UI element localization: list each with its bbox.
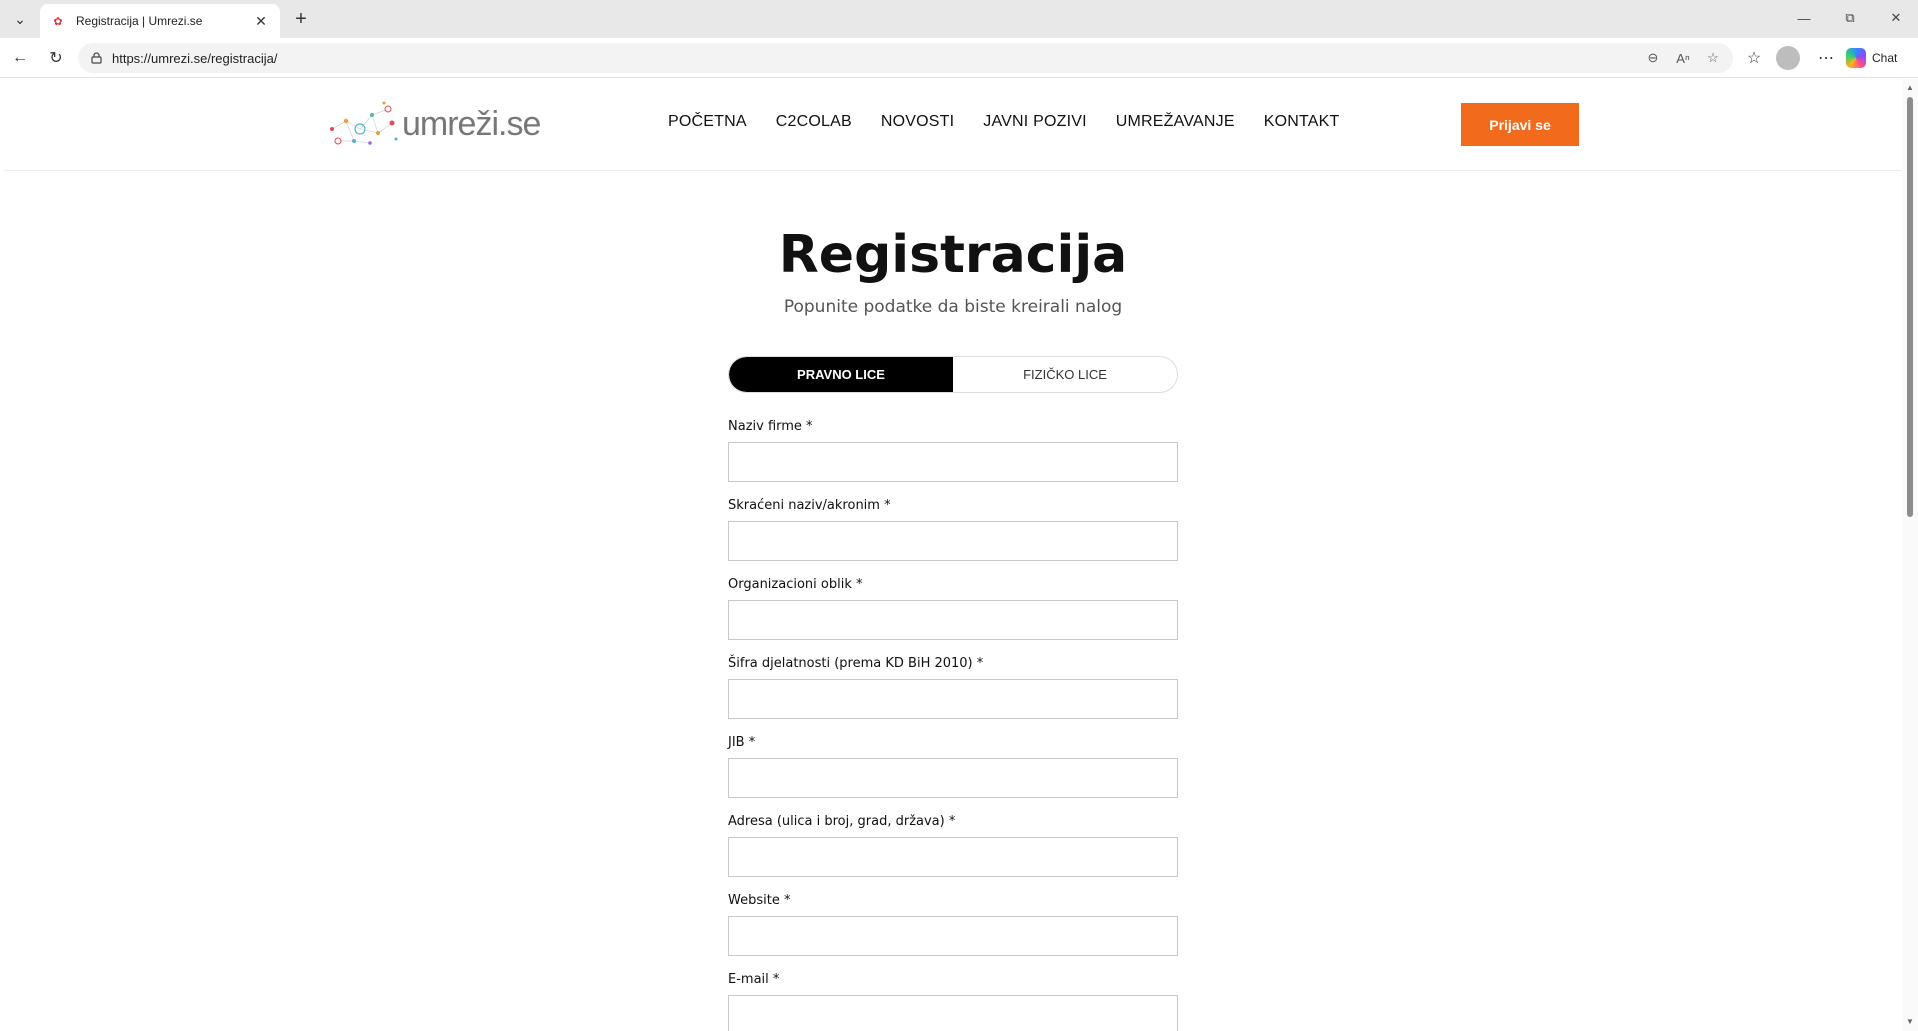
org-form-input[interactable] [728, 600, 1178, 640]
field-label: JIB * [728, 735, 756, 750]
nav-item-javni-pozivi[interactable]: JAVNI POZIVI [983, 113, 1086, 131]
nav-item-kontakt[interactable]: KONTAKT [1264, 113, 1340, 131]
email-input[interactable] [728, 995, 1178, 1031]
website-input[interactable] [728, 916, 1178, 956]
field-label: Website * [728, 893, 791, 908]
page-title: Registracija [778, 225, 1128, 285]
chat-label: Chat [1872, 51, 1898, 65]
tab-title: Registracija | Umrezi.se [76, 14, 203, 28]
site-favicon-icon: ✿ [53, 15, 63, 28]
field-label: E-mail * [728, 972, 780, 987]
scroll-up-icon[interactable]: ▲ [1905, 83, 1915, 93]
field-label: Organizacioni oblik * [728, 577, 863, 592]
reload-button[interactable]: ↻ [42, 44, 70, 72]
close-window-button[interactable]: ✕ [1876, 6, 1916, 30]
close-icon[interactable]: ✕ [252, 12, 270, 30]
company-name-input[interactable] [728, 442, 1178, 482]
new-tab-button[interactable]: + [288, 6, 314, 32]
jib-input[interactable] [728, 758, 1178, 798]
minimize-icon: — [1797, 10, 1811, 26]
field-company-name: Naziv firme * [728, 419, 1178, 498]
network-logo-icon [330, 101, 398, 145]
field-label: Naziv firme * [728, 419, 813, 434]
field-label: Adresa (ulica i broj, grad, država) * [728, 814, 956, 829]
activity-code-input[interactable] [728, 679, 1178, 719]
reload-icon: ↻ [49, 50, 63, 67]
nav-item-novosti[interactable]: NOVOSTI [881, 113, 954, 131]
lock-icon [88, 50, 104, 66]
tab-strip: ⌄ ✿ Registracija | Umrezi.se ✕ + — ⧉ ✕ [0, 0, 1918, 38]
browser-toolbar: ← ↻ https://umrezi.se/registracija/ ⊖ Aⁿ… [0, 38, 1918, 78]
field-label: Šifra djelatnosti (prema KD BiH 2010) * [728, 656, 984, 671]
close-window-icon: ✕ [1890, 10, 1902, 25]
acronym-input[interactable] [728, 521, 1178, 561]
url-text: https://umrezi.se/registracija/ [112, 50, 278, 66]
scroll-thumb[interactable] [1907, 97, 1913, 517]
more-icon: ⋯ [1818, 50, 1834, 67]
field-org-form: Organizacioni oblik * [728, 577, 1178, 656]
restore-button[interactable]: ⧉ [1830, 6, 1870, 30]
minimize-button[interactable]: — [1784, 6, 1824, 30]
nav-item-umrezavanje[interactable]: UMREŽAVANJE [1116, 113, 1235, 131]
back-button[interactable]: ← [6, 44, 34, 72]
page-scrollbar[interactable]: ▲ ▼ [1902, 79, 1918, 1031]
nav-item-pocetna[interactable]: POČETNA [668, 113, 747, 131]
page-subtitle: Popunite podatke da biste kreirali nalog [783, 297, 1123, 317]
registration-form: Naziv firme * Skraćeni naziv/akronim * O… [728, 419, 1178, 1031]
page-viewport: umreži.se POČETNA C2COLAB NOVOSTI JAVNI … [4, 79, 1902, 1031]
favorites-icon: ☆ [1746, 50, 1762, 67]
scroll-down-icon[interactable]: ▼ [1905, 1017, 1915, 1027]
logo-text: umreži.se [402, 104, 541, 143]
field-acronym: Skraćeni naziv/akronim * [728, 498, 1178, 577]
read-aloud-icon[interactable]: Aⁿ [1671, 46, 1695, 70]
login-button[interactable]: Prijavi se [1461, 103, 1579, 146]
toggle-natural-person[interactable]: FIZIČKO LICE [953, 357, 1177, 392]
site-header: umreži.se POČETNA C2COLAB NOVOSTI JAVNI … [4, 79, 1902, 171]
more-button[interactable]: ⋯ [1812, 44, 1840, 72]
nav-item-c2colab[interactable]: C2COLAB [776, 113, 852, 131]
back-arrow-icon: ← [12, 49, 28, 66]
toggle-legal-entity[interactable]: PRAVNO LICE [729, 357, 953, 392]
site-logo[interactable]: umreži.se [326, 99, 541, 149]
field-address: Adresa (ulica i broj, grad, država) * [728, 814, 1178, 893]
chat-button[interactable]: Chat [1846, 44, 1912, 72]
field-email: E-mail * [728, 972, 1178, 1031]
address-input[interactable] [728, 837, 1178, 877]
chevron-down-icon: ⌄ [14, 10, 26, 27]
plus-icon: + [295, 7, 307, 30]
field-website: Website * [728, 893, 1178, 972]
field-activity-code: Šifra djelatnosti (prema KD BiH 2010) * [728, 656, 1178, 735]
star-icon[interactable]: ☆ [1701, 46, 1725, 70]
copilot-icon [1846, 48, 1866, 68]
entity-type-toggle: PRAVNO LICE FIZIČKO LICE [728, 356, 1178, 393]
profile-avatar[interactable] [1776, 46, 1800, 70]
main-nav: POČETNA C2COLAB NOVOSTI JAVNI POZIVI UMR… [668, 113, 1339, 131]
zoom-out-icon[interactable]: ⊖ [1641, 46, 1665, 70]
field-jib: JIB * [728, 735, 1178, 814]
tab-list-button[interactable]: ⌄ [6, 6, 34, 32]
active-tab[interactable]: ✿ Registracija | Umrezi.se ✕ [40, 4, 280, 38]
restore-icon: ⧉ [1845, 10, 1855, 25]
address-bar[interactable]: https://umrezi.se/registracija/ ⊖ Aⁿ ☆ [78, 43, 1733, 73]
favorites-button[interactable]: ☆ [1740, 44, 1768, 72]
field-label: Skraćeni naziv/akronim * [728, 498, 891, 513]
